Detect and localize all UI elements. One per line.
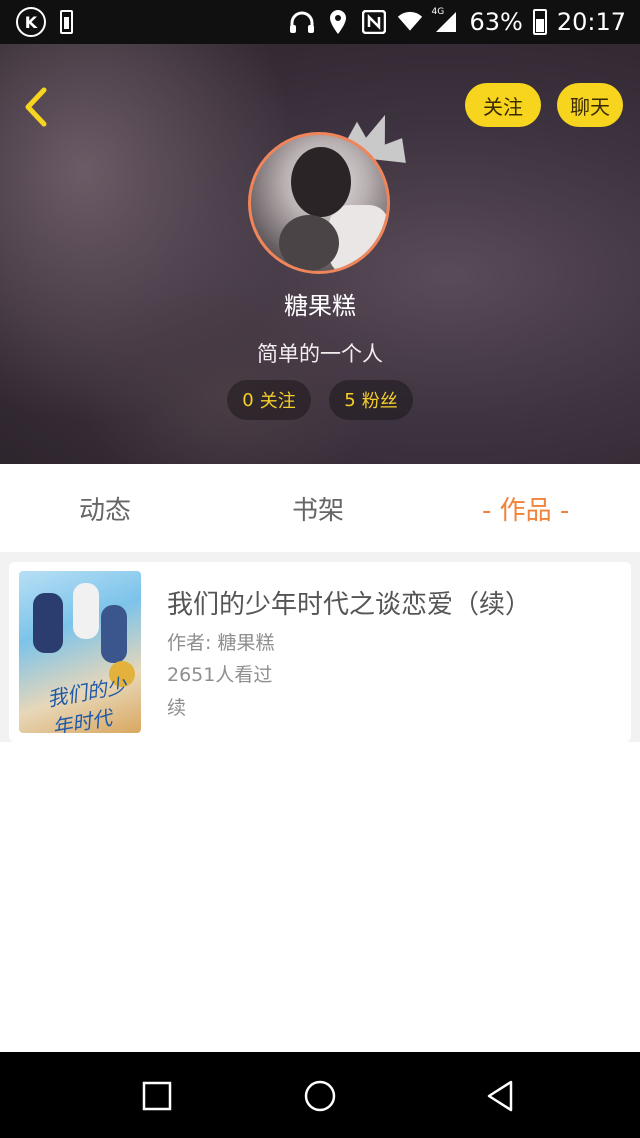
wifi-icon bbox=[397, 9, 423, 35]
battery-saver-icon bbox=[60, 10, 73, 34]
app-k-icon: K bbox=[16, 7, 46, 37]
chat-button[interactable]: 聊天 bbox=[557, 83, 623, 127]
nav-back-icon[interactable] bbox=[483, 1078, 519, 1114]
follow-button[interactable]: 关注 bbox=[465, 83, 541, 127]
cover-title: 我们的少年时代 bbox=[45, 673, 129, 733]
book-status: 续 bbox=[167, 697, 187, 719]
profile-tabs: 动态 书架 - 作品 - bbox=[0, 464, 640, 552]
headphones-icon bbox=[289, 9, 315, 35]
book-views: 2651人看过 bbox=[167, 664, 273, 686]
nfc-icon bbox=[361, 9, 387, 35]
clock: 20:17 bbox=[556, 8, 626, 36]
tab-works[interactable]: - 作品 - bbox=[482, 490, 569, 527]
status-bar: K 4G 63% 20:17 bbox=[0, 0, 640, 44]
book-author: 作者: 糖果糕 bbox=[167, 632, 275, 654]
fans-count[interactable]: 5 粉丝 bbox=[329, 380, 413, 420]
work-card[interactable]: 我们的少年时代 我们的少年时代之谈恋爱（续） 作者: 糖果糕 2651人看过 续 bbox=[9, 562, 631, 742]
battery-percent: 63% bbox=[469, 8, 523, 36]
tab-dynamic[interactable]: 动态 bbox=[79, 490, 131, 527]
profile-header: 关注 聊天 糖果糕 简单的一个人 0 关注 5 粉丝 bbox=[0, 44, 640, 464]
back-arrow-icon[interactable] bbox=[14, 82, 58, 132]
recent-apps-icon[interactable] bbox=[139, 1078, 175, 1114]
home-icon[interactable] bbox=[302, 1078, 338, 1114]
profile-name: 糖果糕 bbox=[284, 292, 356, 320]
book-cover[interactable]: 我们的少年时代 bbox=[19, 571, 141, 733]
profile-bio: 简单的一个人 bbox=[257, 342, 383, 366]
avatar[interactable] bbox=[248, 132, 390, 274]
system-nav-bar bbox=[0, 1052, 640, 1138]
book-title[interactable]: 我们的少年时代之谈恋爱（续） bbox=[167, 584, 531, 621]
following-count[interactable]: 0 关注 bbox=[227, 380, 311, 420]
signal-4g-icon: 4G bbox=[431, 7, 459, 35]
location-icon bbox=[325, 9, 351, 35]
battery-icon bbox=[532, 9, 547, 35]
tab-bookshelf[interactable]: 书架 bbox=[292, 490, 344, 527]
